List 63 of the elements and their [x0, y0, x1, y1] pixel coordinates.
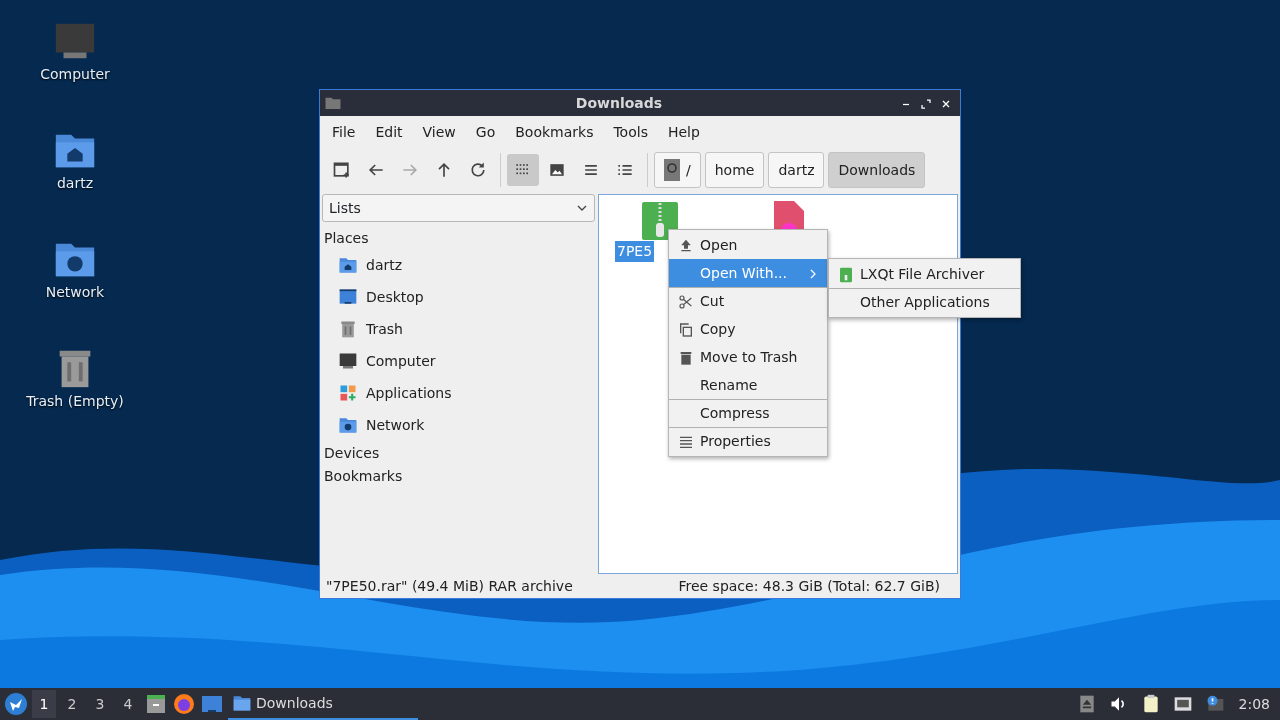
clock[interactable]: 2:08 [1232, 693, 1276, 715]
menu-item[interactable]: Copy [669, 315, 827, 343]
network-folder-icon [338, 415, 358, 435]
menu-item[interactable]: Go [465, 121, 506, 143]
path-button[interactable]: / [654, 152, 701, 188]
sidebar-item[interactable]: Applications [322, 377, 595, 409]
desktop-icon-label[interactable]: Network [45, 282, 105, 303]
path-button[interactable]: dartz [768, 152, 825, 188]
drive-icon [664, 159, 680, 181]
taskbar-window-button[interactable]: Downloads [228, 688, 418, 720]
archive-icon [838, 266, 854, 283]
menu-item[interactable]: Properties [669, 427, 827, 455]
lists-dropdown[interactable]: Lists [322, 194, 595, 222]
menu-item[interactable]: Tools [603, 121, 658, 143]
desktop-icon-label[interactable]: dartz [56, 173, 94, 194]
menu-item[interactable]: Cut [669, 287, 827, 315]
folder-icon [232, 693, 252, 713]
network-port-icon[interactable] [1172, 694, 1193, 714]
scissors-icon [678, 293, 694, 310]
applications-icon [338, 383, 358, 403]
workspace-button[interactable]: 1 [32, 690, 56, 718]
menu-item[interactable]: Compress [669, 399, 827, 427]
file-cabinet-icon[interactable] [144, 692, 168, 716]
sidebar-item[interactable]: Trash [322, 313, 595, 345]
home-folder-icon [338, 255, 358, 275]
browser-icon[interactable] [172, 692, 196, 716]
desktop-icon-label[interactable]: Trash (Empty) [26, 391, 124, 412]
start-menu-icon[interactable] [4, 692, 28, 716]
desktop-icon [338, 287, 358, 307]
desktop-icon-label[interactable]: Computer [40, 64, 110, 85]
menu-item[interactable]: Edit [365, 121, 413, 143]
sidebar-section-header[interactable]: Bookmarks [322, 464, 595, 487]
status-text: Free space: 48.3 GiB (Total: 62.7 GiB) [678, 576, 940, 596]
workspace-button[interactable]: 3 [88, 690, 112, 718]
menu-item[interactable]: Other Applications [829, 288, 1020, 316]
menu-item[interactable]: LXQt File Archiver [829, 260, 1020, 288]
sidebar-item[interactable]: Computer [322, 345, 595, 377]
menu-item[interactable]: Open [669, 231, 827, 259]
trash-icon [338, 319, 358, 339]
sidebar-section-header[interactable]: Places [322, 226, 595, 249]
menu-item[interactable]: Rename [669, 371, 827, 399]
sidebar-item[interactable]: dartz [322, 249, 595, 281]
sidebar-section-header[interactable]: Devices [322, 441, 595, 464]
sidebar-item[interactable]: Desktop [322, 281, 595, 313]
status-text: "7PE50.rar" (49.4 MiB) RAR archive [326, 576, 573, 596]
open-icon [678, 237, 694, 254]
maximize-button[interactable] [920, 97, 932, 110]
workspace-button[interactable]: 2 [60, 690, 84, 718]
trash-icon [678, 349, 694, 366]
path-button[interactable]: home [704, 152, 765, 188]
menu-item[interactable]: View [412, 121, 466, 143]
copy-icon [678, 321, 694, 338]
new-tab-icon [332, 160, 352, 180]
menu-item[interactable]: Bookmarks [505, 121, 604, 143]
menu-item[interactable]: Help [657, 121, 710, 143]
workspace-button[interactable]: 4 [116, 690, 140, 718]
menu-item[interactable]: Move to Trash [669, 343, 827, 371]
menu-item[interactable]: File [322, 121, 366, 143]
window-title: Downloads [574, 93, 664, 113]
sidebar-item[interactable]: Network [322, 409, 595, 441]
path-button[interactable]: Downloads [828, 152, 926, 188]
reload-icon [468, 160, 488, 180]
computer-icon [338, 351, 358, 371]
